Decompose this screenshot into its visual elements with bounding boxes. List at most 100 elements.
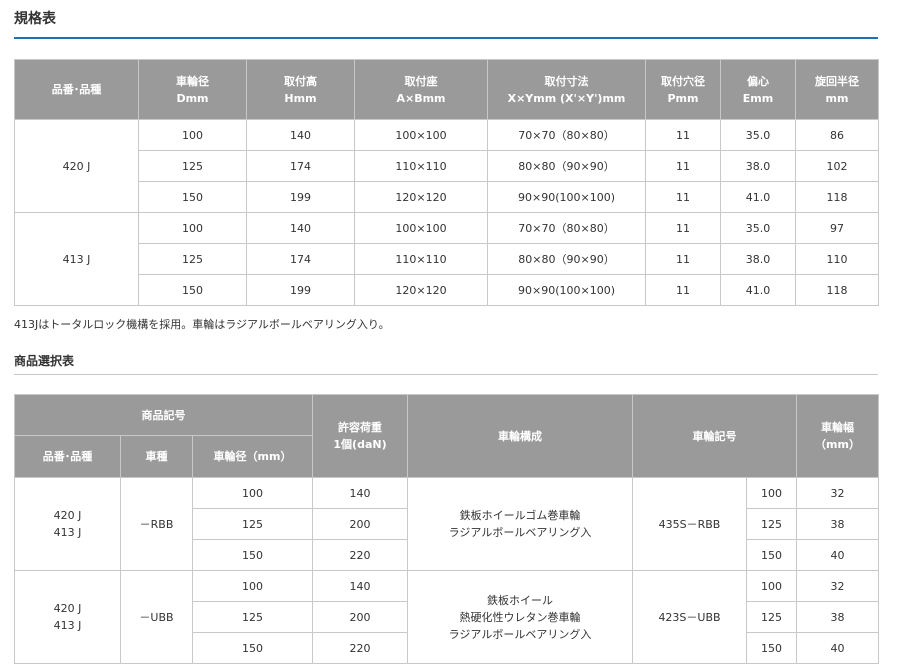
- table-cell: 80×80（90×90）: [487, 243, 646, 275]
- table-cell: 220: [312, 539, 408, 571]
- table-cell: 86: [795, 119, 879, 151]
- table-cell: 150: [192, 632, 313, 664]
- model-cell: 413 J: [14, 212, 139, 306]
- table-cell: 100: [746, 570, 797, 602]
- selection-header-cell: 車輪記号: [632, 394, 797, 478]
- spec-header-cell: 取付穴径 Pmm: [645, 59, 721, 120]
- table-row: 150 199 120×120 90×90(100×100) 11 41.0 1…: [15, 274, 879, 306]
- table-cell: 150: [138, 274, 247, 306]
- table-cell: 11: [645, 274, 721, 306]
- table-cell: 150: [192, 539, 313, 571]
- table-cell: 199: [246, 274, 355, 306]
- table-cell: 40: [796, 539, 879, 571]
- table-cell: 220: [312, 632, 408, 664]
- table-cell: 41.0: [720, 181, 796, 213]
- selection-table: 商品記号 許容荷重 1個(daN) 車輪構成 車輪記号 車輪幅 （mm） 品番･品種…: [14, 394, 879, 664]
- selection-header-cell: 商品記号: [14, 394, 313, 436]
- spec-header-cell: 偏心 Emm: [720, 59, 796, 120]
- table-cell: 174: [246, 150, 355, 182]
- selection-header-cell: 車種: [120, 435, 193, 478]
- table-cell: 200: [312, 508, 408, 540]
- table-cell: 150: [746, 539, 797, 571]
- model-cell: 420 J: [14, 119, 139, 213]
- table-cell: 125: [746, 508, 797, 540]
- table-cell: 70×70（80×80）: [487, 212, 646, 244]
- table-row: 125 174 110×110 80×80（90×90） 11 38.0 102: [15, 150, 879, 182]
- table-cell: 150: [746, 632, 797, 664]
- table-cell: 118: [795, 274, 879, 306]
- selection-header-cell: 車輪幅 （mm）: [796, 394, 879, 478]
- section-divider: [14, 374, 878, 375]
- table-cell: 199: [246, 181, 355, 213]
- table-cell: 102: [795, 150, 879, 182]
- selection-table-title: 商品選択表: [14, 354, 75, 368]
- table-cell: 35.0: [720, 119, 796, 151]
- composition-cell: 鉄板ホイールゴム巻車輪 ラジアルボールベアリング入: [407, 477, 633, 571]
- table-cell: 110: [795, 243, 879, 275]
- table-cell: 100: [746, 477, 797, 509]
- table-cell: 174: [246, 243, 355, 275]
- table-cell: 80×80（90×90）: [487, 150, 646, 182]
- table-row: 413 J 100 140 100×100 70×70（80×80） 11 35…: [14, 212, 879, 306]
- spec-header-cell: 取付寸法 X×Ymm (X'×Y')mm: [487, 59, 646, 120]
- selection-header-cell: 車輪径（mm）: [192, 435, 313, 478]
- table-cell: 100×100: [354, 119, 488, 151]
- spec-header-cell: 旋回半径 mm: [795, 59, 879, 120]
- model-cell: 420 J 413 J: [14, 570, 121, 664]
- table-cell: 11: [645, 150, 721, 182]
- model-cell: 420 J 413 J: [14, 477, 121, 571]
- table-cell: 11: [645, 212, 721, 244]
- table-cell: 125: [192, 601, 313, 633]
- table-row: 150 199 120×120 90×90(100×100) 11 41.0 1…: [15, 181, 879, 213]
- table-cell: 90×90(100×100): [487, 181, 646, 213]
- selection-header-cell: 許容荷重 1個(daN): [312, 394, 408, 478]
- table-cell: 140: [246, 212, 355, 244]
- table-cell: 120×120: [354, 274, 488, 306]
- wheel-code-cell: 435S－RBB: [632, 477, 747, 571]
- type-cell: －UBB: [120, 570, 193, 664]
- composition-cell: 鉄板ホイール 熱硬化性ウレタン巻車輪 ラジアルボールベアリング入: [407, 570, 633, 664]
- wheel-code-cell: 423S－UBB: [632, 570, 747, 664]
- table-cell: 11: [645, 119, 721, 151]
- type-cell: －RBB: [120, 477, 193, 571]
- table-cell: 118: [795, 181, 879, 213]
- table-cell: 150: [138, 181, 247, 213]
- table-cell: 140: [312, 477, 408, 509]
- table-row: 420 J 413 J －UBB 100 140 鉄板ホイール 熱硬化性ウレタン巻車…: [14, 570, 879, 664]
- table-cell: 38.0: [720, 243, 796, 275]
- spec-header-cell: 品番･品種: [14, 59, 139, 120]
- table-cell: 125: [138, 150, 247, 182]
- table-cell: 110×110: [354, 150, 488, 182]
- table-cell: 40: [796, 632, 879, 664]
- selection-header-row: 商品記号 許容荷重 1個(daN) 車輪構成 車輪記号 車輪幅 （mm）: [14, 394, 879, 478]
- table-cell: 125: [192, 508, 313, 540]
- table-row: 420 J 100 140 100×100 70×70（80×80） 11 35…: [14, 119, 879, 213]
- table-row: 125 174 110×110 80×80（90×90） 11 38.0 110: [15, 243, 879, 275]
- table-cell: 100×100: [354, 212, 488, 244]
- spec-header-cell: 車輪径 Dmm: [138, 59, 247, 120]
- table-cell: 32: [796, 570, 879, 602]
- table-cell: 125: [138, 243, 247, 275]
- table-cell: 32: [796, 477, 879, 509]
- table-cell: 11: [645, 243, 721, 275]
- table-cell: 38.0: [720, 150, 796, 182]
- table-cell: 41.0: [720, 274, 796, 306]
- table-cell: 70×70（80×80）: [487, 119, 646, 151]
- title-divider: [14, 37, 878, 39]
- table-cell: 110×110: [354, 243, 488, 275]
- spec-table: 品番･品種 車輪径 Dmm 取付高 Hmm 取付座 A×Bmm 取付寸法 X×Ymm (…: [14, 59, 879, 306]
- spec-header-row: 品番･品種 車輪径 Dmm 取付高 Hmm 取付座 A×Bmm 取付寸法 X×Ymm (…: [14, 59, 879, 120]
- table-cell: 11: [645, 181, 721, 213]
- table-cell: 35.0: [720, 212, 796, 244]
- table-cell: 90×90(100×100): [487, 274, 646, 306]
- table-cell: 140: [246, 119, 355, 151]
- table-cell: 38: [796, 601, 879, 633]
- table-cell: 125: [746, 601, 797, 633]
- spec-table-title: 規格表: [14, 11, 56, 27]
- table-cell: 97: [795, 212, 879, 244]
- table-cell: 100: [138, 119, 247, 151]
- spec-header-cell: 取付高 Hmm: [246, 59, 355, 120]
- table-cell: 38: [796, 508, 879, 540]
- table-row: 420 J 413 J －RBB 100 140 鉄板ホイールゴム巻車輪 ラジアルボ…: [14, 477, 879, 571]
- table-cell: 140: [312, 570, 408, 602]
